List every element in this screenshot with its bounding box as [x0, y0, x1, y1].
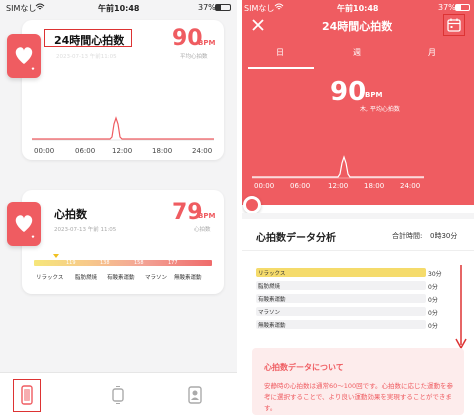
zone-bar-value: 0分	[428, 323, 438, 330]
right-xtick-1: 06:00	[290, 182, 311, 190]
current-value: 90	[330, 77, 367, 107]
zone-bar-label: 無酸素運動	[258, 323, 286, 329]
heart-icon	[15, 215, 35, 238]
daily-heart-rate-line	[252, 155, 424, 178]
card1-heart-rate-line	[32, 116, 214, 140]
card1-xtick-4: 24:00	[192, 147, 213, 155]
zone-bar-label: 有酸素運動	[258, 297, 286, 303]
card1-unit: BPM	[198, 39, 216, 47]
left-phone-screen: SIMなし 午前10:48 37% 24時間心拍数 90 BPM 2023-07…	[0, 0, 237, 415]
card1-xtick-2: 12:00	[112, 147, 133, 155]
right-phone-screen: SIMなし 午前10:48 37% 24時間心拍数 日 週 月 90 BPM 木…	[242, 0, 474, 415]
carrier-label: SIMなし	[6, 4, 37, 13]
heart-rate-card[interactable]: 心拍数 79 BPM 2023-07-13 午前 11:05 心拍数 119 1…	[22, 190, 224, 294]
zone-bar-value: 30分	[428, 271, 442, 278]
zone-label-2: 有酸素運動	[107, 275, 135, 281]
profile-tab-icon[interactable]	[188, 386, 202, 404]
zone-bar-value: 0分	[428, 310, 438, 317]
tab-week[interactable]: 週	[353, 47, 361, 58]
wifi-icon	[274, 3, 284, 10]
card2-heart-badge	[7, 202, 41, 246]
zone-bar-track: 有酸素運動	[256, 294, 426, 303]
current-sub-label: 木, 平均心拍数	[360, 106, 400, 113]
current-zone-marker	[53, 254, 59, 258]
analysis-divider	[242, 250, 474, 251]
tab-day[interactable]: 日	[276, 47, 284, 58]
card2-unit: BPM	[198, 212, 216, 220]
zone-bar-label: リラックス	[258, 271, 286, 277]
daily-heart-rate-chart	[252, 155, 424, 179]
total-time-label: 合計時間:	[392, 232, 423, 240]
zone-gradient-bar	[34, 260, 212, 266]
zone-label-4: 無酸素運動	[174, 275, 202, 281]
bottom-tab-bar	[0, 372, 237, 415]
right-xtick-4: 24:00	[400, 182, 421, 190]
right-xtick-3: 18:00	[364, 182, 385, 190]
time-slider-handle[interactable]	[243, 196, 261, 214]
watch-tab-icon[interactable]	[111, 386, 125, 404]
about-text: 安静時の心拍数は通常60〜100回です。心拍数に応じた運動を参考に選択することで…	[264, 382, 454, 412]
battery-percent: 37%	[438, 3, 456, 12]
heart-rate-24h-card[interactable]: 24時間心拍数 90 BPM 2023-07-13 午前11:05 平均心拍数 …	[22, 20, 224, 160]
about-title: 心拍数データについて	[264, 363, 344, 372]
threshold-0: 119	[66, 260, 76, 266]
right-xtick-2: 12:00	[328, 182, 349, 190]
battery-icon	[215, 4, 231, 11]
header-title: 24時間心拍数	[322, 20, 393, 33]
zone-bar-label: マラソン	[258, 310, 281, 316]
zone-label-0: リラックス	[36, 275, 64, 281]
battery-percent: 37%	[198, 3, 216, 12]
card1-xtick-3: 18:00	[152, 147, 173, 155]
zone-bar-value: 0分	[428, 284, 438, 291]
right-xtick-0: 00:00	[254, 182, 275, 190]
card1-date: 2023-07-13 午前11:05	[56, 54, 117, 60]
zone-bar-value: 0分	[428, 297, 438, 304]
zone-bar-track: マラソン	[256, 307, 426, 316]
heart-icon	[15, 47, 35, 70]
zone-label-3: マラソン	[145, 275, 168, 281]
status-time: 午前10:48	[98, 4, 140, 13]
zone-bar-label: 脂肪燃焼	[258, 284, 281, 290]
card2-sub-label: 心拍数	[194, 227, 211, 233]
scroll-down-arrow	[455, 265, 467, 350]
card1-title: 24時間心拍数	[54, 34, 125, 47]
wifi-icon	[35, 3, 45, 10]
zone-bar-track: リラックス	[256, 268, 426, 277]
total-time-value: 0時30分	[430, 232, 458, 240]
zone-label-1: 脂肪燃焼	[75, 275, 98, 281]
card1-line-chart	[32, 116, 214, 141]
battery-icon	[455, 4, 470, 11]
threshold-3: 177	[168, 260, 178, 266]
heart-rate-tab-icon[interactable]	[20, 385, 34, 405]
card1-avg-label: 平均心拍数	[180, 54, 208, 60]
zone-bar-track: 無酸素運動	[256, 320, 426, 329]
current-unit: BPM	[365, 91, 383, 99]
card1-heart-badge	[7, 34, 41, 78]
analysis-title: 心拍数データ分析	[256, 233, 336, 244]
card1-xtick-1: 06:00	[75, 147, 96, 155]
carrier-label: SIMなし	[244, 4, 275, 13]
section-divider	[242, 213, 474, 219]
status-time: 午前10:48	[337, 4, 379, 13]
tab-active-indicator	[248, 67, 314, 69]
threshold-2: 158	[134, 260, 144, 266]
card2-date: 2023-07-13 午前 11:05	[54, 227, 117, 233]
tab-month[interactable]: 月	[428, 47, 436, 58]
calendar-icon[interactable]	[447, 18, 461, 32]
card2-title: 心拍数	[54, 208, 87, 221]
threshold-1: 138	[100, 260, 110, 266]
card1-xtick-0: 00:00	[34, 147, 55, 155]
zone-bar-track: 脂肪燃焼	[256, 281, 426, 290]
close-icon[interactable]	[252, 19, 264, 31]
about-info-box: 心拍数データについて 安静時の心拍数は通常60〜100回です。心拍数に応じた運動…	[252, 348, 464, 415]
